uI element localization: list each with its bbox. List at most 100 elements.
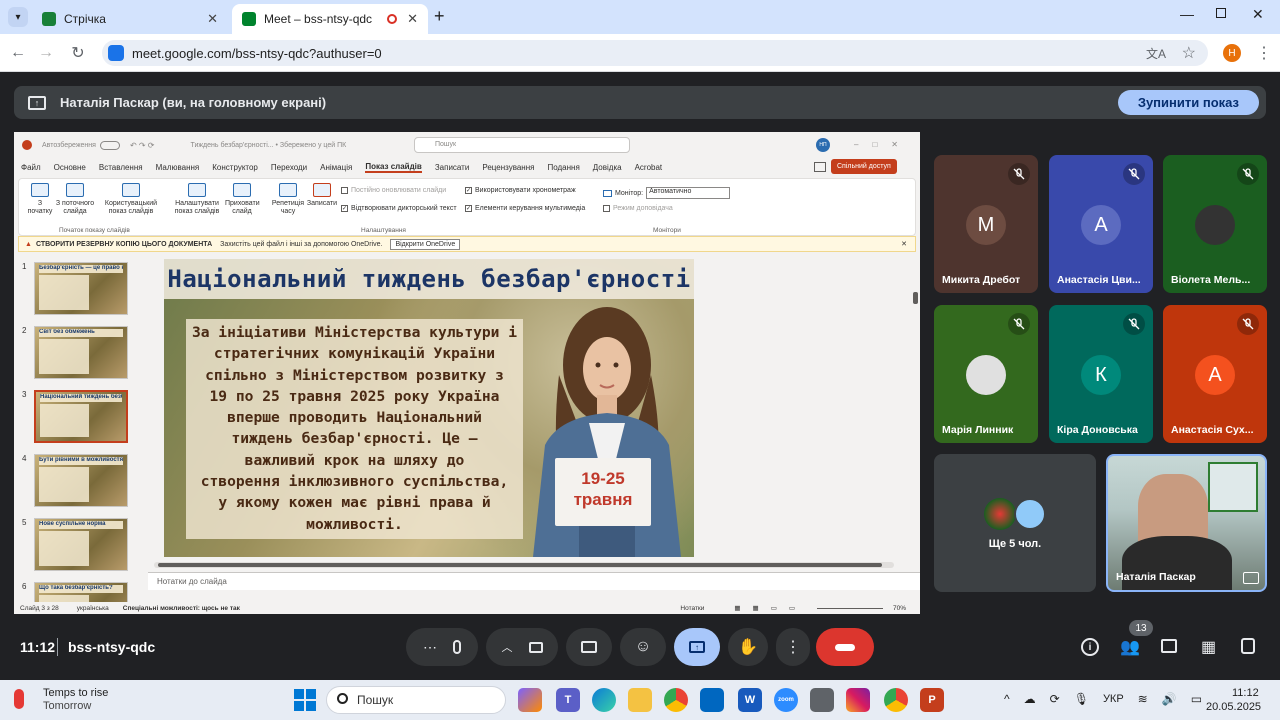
- clock-date[interactable]: 20.05.2025: [1206, 701, 1261, 713]
- language-status[interactable]: українська: [77, 605, 109, 612]
- activities-icon[interactable]: ▦: [1201, 637, 1216, 657]
- close-icon[interactable]: ✕: [407, 11, 418, 27]
- people-icon[interactable]: 👥: [1120, 637, 1140, 657]
- h-scrollbar[interactable]: [154, 562, 894, 568]
- mic-tray-icon[interactable]: 🎙: [1074, 692, 1089, 706]
- profile-avatar[interactable]: Н: [1223, 44, 1241, 62]
- mic-icon[interactable]: [453, 640, 461, 654]
- notes-toggle[interactable]: Нотатки: [680, 605, 704, 612]
- participant-tile[interactable]: К Кіра Доновська: [1049, 305, 1153, 443]
- tab-list-button[interactable]: ▾: [8, 7, 28, 27]
- weather-title[interactable]: Temps to rise: [43, 687, 108, 699]
- host-controls-icon[interactable]: [1241, 638, 1255, 654]
- start-icon[interactable]: [294, 689, 316, 711]
- accessibility-status[interactable]: Спеціальні можливості: щось не так: [123, 605, 240, 612]
- ppt-search[interactable]: Пошук: [414, 137, 630, 153]
- sync-icon[interactable]: ⟳: [1050, 692, 1060, 706]
- menu-view[interactable]: Подання: [547, 163, 579, 172]
- use-timings-checkbox[interactable]: ✓ Використовувати хронометраж: [465, 187, 576, 194]
- setup-show-button[interactable]: Налаштувати показ слайдів: [171, 183, 223, 216]
- slide-thumbnail[interactable]: Бути рівними в можливостях: [34, 454, 128, 507]
- chat-icon[interactable]: [1161, 639, 1177, 653]
- menu-design[interactable]: Конструктор: [212, 163, 258, 172]
- copilot-icon[interactable]: [518, 688, 542, 712]
- participant-tile[interactable]: Марія Линник: [934, 305, 1038, 443]
- maximize-button[interactable]: [1216, 8, 1226, 18]
- bookmark-star-icon[interactable]: ☆: [1182, 43, 1196, 63]
- raise-hand-button[interactable]: ✋: [728, 628, 768, 666]
- open-onedrive-button[interactable]: Відкрити OneDrive: [390, 238, 461, 250]
- battery-icon[interactable]: ▭: [1191, 692, 1202, 706]
- monitor-dropdown[interactable]: Автоматично: [646, 187, 731, 199]
- info-icon[interactable]: i: [1081, 638, 1099, 656]
- participant-tile[interactable]: Віолета Мель...: [1163, 155, 1267, 293]
- new-tab-button[interactable]: +: [434, 6, 445, 27]
- url-field[interactable]: meet.google.com/bss-ntsy-qdc?authuser=0 …: [102, 40, 1208, 66]
- participant-tile[interactable]: М Микита Дребот: [934, 155, 1038, 293]
- instagram-icon[interactable]: [846, 688, 870, 712]
- teams-icon[interactable]: T: [556, 688, 580, 712]
- captions-button[interactable]: [566, 628, 612, 666]
- hide-slide-button[interactable]: Приховати слайд: [225, 183, 260, 216]
- menu-file[interactable]: Файл: [21, 163, 41, 172]
- view-buttons[interactable]: ▦▦▭▭: [734, 604, 807, 612]
- edge-icon[interactable]: [592, 688, 616, 712]
- clock-time[interactable]: 11:12: [1232, 687, 1259, 699]
- play-narrations-checkbox[interactable]: ✓ Відтворювати дикторський текст: [341, 205, 457, 212]
- chevron-up-icon[interactable]: ^: [1004, 692, 1010, 706]
- browser-menu-icon[interactable]: ⋮: [1256, 43, 1272, 63]
- store-icon[interactable]: [700, 688, 724, 712]
- record-button[interactable]: Записати: [305, 183, 339, 208]
- forward-icon[interactable]: →: [36, 43, 56, 63]
- undo-icon[interactable]: ↶ ↷ ⟳: [130, 141, 155, 150]
- menu-animations[interactable]: Анімація: [320, 163, 352, 172]
- emoji-button[interactable]: ☺: [620, 628, 666, 666]
- word-icon[interactable]: W: [738, 688, 762, 712]
- site-info-icon[interactable]: [108, 45, 124, 61]
- autosave-toggle[interactable]: [99, 140, 120, 150]
- weather-icon[interactable]: [14, 689, 24, 709]
- from-current-button[interactable]: З поточного слайда: [55, 183, 95, 216]
- chrome-icon[interactable]: [664, 688, 688, 712]
- slide-thumbnail[interactable]: Світ без обмежень: [34, 326, 128, 379]
- input-language[interactable]: УКР: [1103, 693, 1124, 705]
- slide-thumbnail[interactable]: Безбар'єрність — це право кожного: [34, 262, 128, 315]
- close-icon[interactable]: ✕: [901, 240, 907, 248]
- menu-help[interactable]: Довідка: [593, 163, 622, 172]
- participant-tile[interactable]: А Анастасія Цви...: [1049, 155, 1153, 293]
- cloud-icon[interactable]: ☁: [1024, 692, 1036, 706]
- stop-presenting-button[interactable]: Зупинити показ: [1117, 90, 1259, 115]
- comments-icon[interactable]: [814, 162, 826, 172]
- chrome-active-icon[interactable]: [884, 688, 908, 712]
- menu-record[interactable]: Записати: [435, 163, 470, 172]
- pip-icon[interactable]: [1243, 572, 1259, 584]
- menu-home[interactable]: Основне: [54, 163, 86, 172]
- slide-thumbnail[interactable]: Національний тиждень безбар'єрності: [34, 390, 128, 443]
- slide-scrollbar[interactable]: [912, 256, 920, 572]
- more-audio-icon[interactable]: ⋯: [423, 639, 437, 656]
- back-icon[interactable]: ←: [8, 43, 28, 63]
- monitor-select[interactable]: Монітор: Автоматично: [603, 187, 731, 199]
- leave-call-button[interactable]: [816, 628, 874, 666]
- window-controls[interactable]: –□✕: [854, 140, 912, 149]
- minimize-button[interactable]: —: [1180, 6, 1194, 22]
- menu-acrobat[interactable]: Acrobat: [635, 163, 663, 172]
- menu-draw[interactable]: Малювання: [156, 163, 200, 172]
- file-explorer-icon[interactable]: [628, 688, 652, 712]
- slide-thumbnail[interactable]: Нове суспільне норма: [34, 518, 128, 571]
- zoom-level[interactable]: 70%: [893, 605, 906, 612]
- participant-tile[interactable]: А Анастасія Сух...: [1163, 305, 1267, 443]
- close-icon[interactable]: ✕: [207, 11, 218, 27]
- notes-pane[interactable]: Нотатки до слайда: [148, 572, 920, 590]
- presenter-view-checkbox[interactable]: Режим доповідача: [603, 205, 673, 212]
- present-button[interactable]: ↑: [674, 628, 720, 666]
- scroll-thumb[interactable]: [158, 563, 882, 567]
- custom-show-button[interactable]: Користувацький показ слайдів: [103, 183, 159, 216]
- more-participants-tile[interactable]: Ще 5 чол.: [934, 454, 1096, 592]
- menu-transitions[interactable]: Переходи: [271, 163, 307, 172]
- volume-icon[interactable]: 🔊: [1162, 692, 1177, 706]
- app-icon[interactable]: [810, 688, 834, 712]
- wifi-icon[interactable]: ≋: [1138, 692, 1148, 706]
- menu-insert[interactable]: Вставлення: [99, 163, 143, 172]
- reload-icon[interactable]: ↻: [68, 43, 88, 63]
